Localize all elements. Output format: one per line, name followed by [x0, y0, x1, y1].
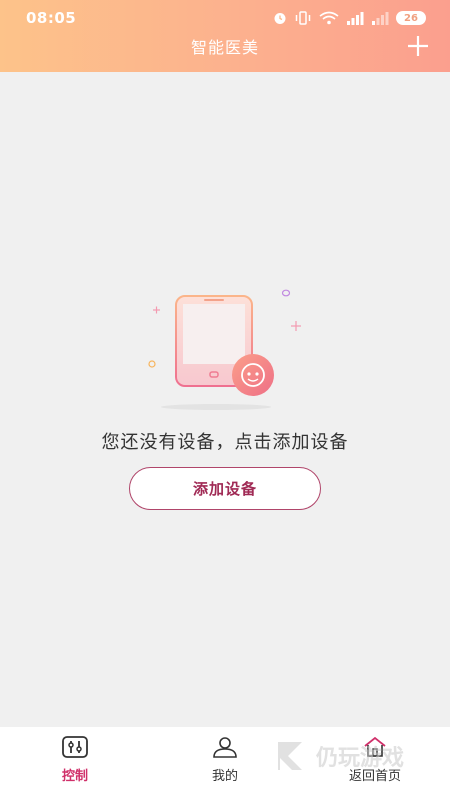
battery-icon: 26: [396, 11, 426, 25]
phone-with-device-illustration: [148, 289, 301, 410]
signal-icon: [347, 12, 364, 25]
signal-icon: [372, 12, 389, 25]
vibrate-icon: [295, 11, 311, 25]
wifi-icon: [319, 11, 339, 25]
status-icons: 26: [273, 11, 426, 25]
alarm-icon: [274, 13, 286, 24]
add-device-button[interactable]: 添加设备: [129, 467, 321, 510]
plus-icon[interactable]: [406, 34, 430, 58]
tab-control[interactable]: 控制: [0, 727, 150, 784]
page-title: 智能医美: [190, 38, 259, 57]
tab-mine-label: 我的: [211, 769, 238, 784]
empty-state-message: 您还没有设备，点击添加设备: [101, 432, 349, 453]
tab-home-label: 返回首页: [348, 769, 401, 784]
tab-home[interactable]: 返回首页: [300, 727, 450, 784]
tab-mine[interactable]: 我的: [150, 727, 300, 784]
app-header: 08:05 26 智能医美: [0, 0, 450, 72]
home-icon: [364, 736, 386, 757]
status-bar: 08:05 26: [0, 0, 450, 36]
tab-control-label: 控制: [61, 769, 88, 784]
user-icon: [213, 737, 237, 758]
bottom-tab-bar: 控制 我的 返回首页: [0, 727, 450, 784]
status-time: 08:05: [26, 9, 77, 27]
sliders-icon: [62, 736, 88, 758]
home-indicator: [0, 784, 450, 800]
